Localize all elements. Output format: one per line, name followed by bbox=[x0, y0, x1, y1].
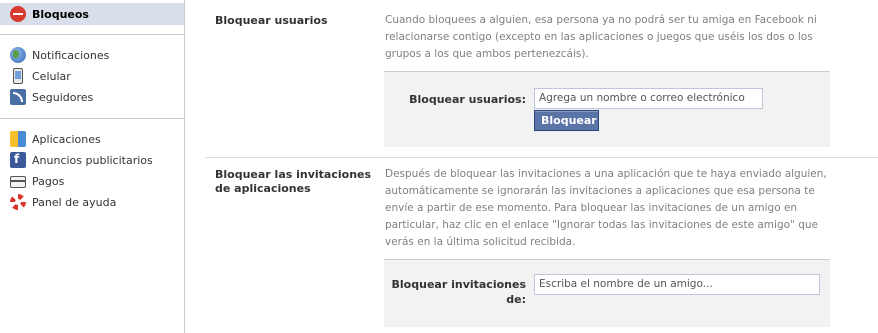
settings-sidebar: Bloqueos Notificaciones Celular Seguidor… bbox=[0, 0, 185, 333]
sidebar-item-label: Seguidores bbox=[32, 90, 94, 104]
sidebar-divider bbox=[0, 34, 184, 35]
sidebar-item-notificaciones[interactable]: Notificaciones bbox=[0, 44, 184, 66]
block-users-description: Cuando bloquees a alguien, esa persona y… bbox=[385, 14, 817, 60]
sidebar-item-bloqueos[interactable]: Bloqueos bbox=[0, 3, 184, 25]
sidebar-item-label: Celular bbox=[32, 69, 71, 83]
block-invites-input[interactable]: Escriba el nombre de un amigo... bbox=[534, 274, 820, 295]
section-divider bbox=[205, 157, 878, 158]
sidebar-item-label: Notificaciones bbox=[32, 48, 110, 62]
sidebar-item-aplicaciones[interactable]: Aplicaciones bbox=[0, 128, 184, 150]
block-app-invites-description: Después de bloquear las invitaciones a u… bbox=[385, 168, 827, 248]
lifebuoy-icon bbox=[10, 194, 26, 210]
globe-icon bbox=[10, 47, 26, 63]
block-users-form: Bloquear usuarios: Agrega un nombre o co… bbox=[384, 71, 830, 147]
sidebar-item-label: Panel de ayuda bbox=[32, 195, 117, 209]
sidebar-item-pagos[interactable]: Pagos bbox=[0, 170, 184, 192]
sidebar-item-label: Aplicaciones bbox=[32, 132, 101, 146]
ads-icon bbox=[10, 152, 26, 168]
phone-icon bbox=[13, 68, 23, 84]
rss-icon bbox=[10, 89, 26, 105]
sidebar-item-label: Bloqueos bbox=[32, 7, 89, 21]
sidebar-item-anuncios[interactable]: Anuncios publicitarios bbox=[0, 149, 184, 171]
payment-card-icon bbox=[10, 176, 26, 188]
sidebar-item-label: Pagos bbox=[32, 174, 65, 188]
block-invites-form: Bloquear invitaciones de: Escriba el nom… bbox=[384, 259, 830, 327]
block-icon bbox=[10, 6, 26, 22]
sidebar-item-panel-ayuda[interactable]: Panel de ayuda bbox=[0, 191, 184, 213]
block-app-invites-title: Bloquear las invitaciones de aplicacione… bbox=[215, 168, 372, 195]
sidebar-item-seguidores[interactable]: Seguidores bbox=[0, 86, 184, 108]
sidebar-item-celular[interactable]: Celular bbox=[0, 65, 184, 87]
block-users-label: Bloquear usuarios: bbox=[409, 93, 526, 106]
apps-icon bbox=[10, 131, 26, 147]
block-users-input[interactable]: Agrega un nombre o correo electrónico bbox=[534, 88, 763, 109]
sidebar-divider bbox=[0, 118, 184, 119]
sidebar-item-label: Anuncios publicitarios bbox=[32, 153, 153, 167]
block-invites-label: Bloquear invitaciones de: bbox=[391, 278, 526, 306]
block-button[interactable]: Bloquear bbox=[534, 110, 599, 131]
block-users-title: Bloquear usuarios bbox=[215, 14, 328, 27]
